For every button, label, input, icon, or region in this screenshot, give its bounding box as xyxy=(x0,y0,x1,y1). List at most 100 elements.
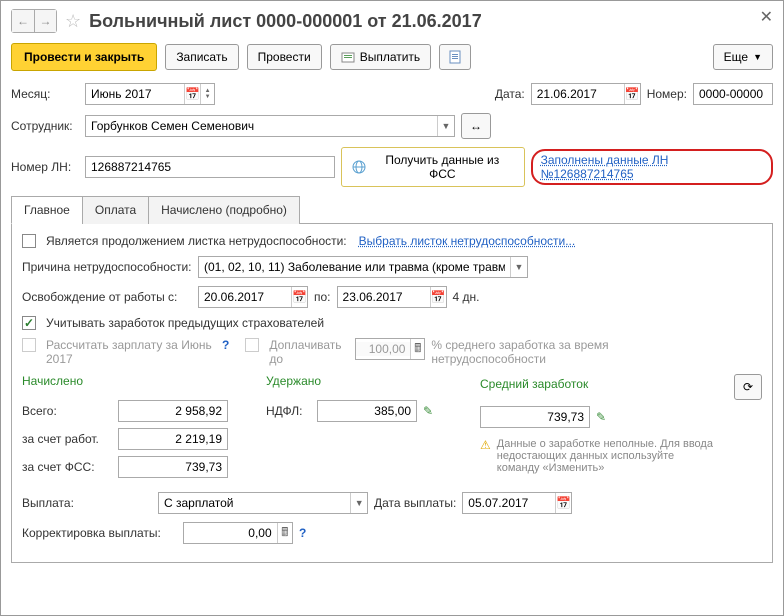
date-input[interactable] xyxy=(532,87,624,101)
calc-row: Рассчитать зарплату за Июнь 2017 ? Допла… xyxy=(22,338,762,366)
more-button[interactable]: Еще ▼ xyxy=(713,44,773,70)
extra-pay-checkbox xyxy=(245,338,259,352)
more-label: Еще xyxy=(724,50,748,64)
toolbar: Провести и закрыть Записать Провести Вып… xyxy=(11,43,773,71)
post-and-close-button[interactable]: Провести и закрыть xyxy=(11,43,157,71)
warning-icon: ⚠ xyxy=(480,438,491,452)
tab-payment[interactable]: Оплата xyxy=(82,196,149,224)
release-from-input[interactable] xyxy=(199,290,291,304)
correction-field[interactable]: 🖩 xyxy=(183,522,293,544)
withheld-col: Удержано НДФЛ: ✎ xyxy=(266,374,456,478)
number-field[interactable] xyxy=(693,83,773,105)
post-button[interactable]: Провести xyxy=(247,44,322,70)
payment-row: Выплата: ▼ Дата выплаты: 📅 xyxy=(22,492,762,514)
back-button[interactable]: ← xyxy=(12,10,34,32)
get-fss-label: Получить данные из ФСС xyxy=(371,153,514,181)
release-to-field[interactable]: 📅 xyxy=(337,286,447,308)
reason-field[interactable]: ▼ xyxy=(198,256,528,278)
pencil-icon[interactable]: ✎ xyxy=(596,410,606,424)
pay-label: Выплатить xyxy=(360,50,421,64)
fss-input[interactable] xyxy=(118,456,228,478)
percent-field: 🖩 xyxy=(355,338,425,360)
doc-list-button[interactable] xyxy=(439,44,471,70)
choose-sheet-link[interactable]: Выбрать листок нетрудоспособности... xyxy=(359,234,576,248)
forward-button[interactable]: → xyxy=(34,10,56,32)
favorite-icon[interactable]: ☆ xyxy=(65,11,81,32)
dropdown-icon[interactable]: ▼ xyxy=(350,493,367,513)
employer-label: за счет работ. xyxy=(22,432,112,446)
month-field[interactable]: 📅 ▲▼ xyxy=(85,83,215,105)
nav-buttons: ← → xyxy=(11,9,57,33)
prev-insurers-label: Учитывать заработок предыдущих страховат… xyxy=(46,316,324,330)
tabs: Главное Оплата Начислено (подробно) xyxy=(11,195,773,224)
calc-section: Начислено Всего: за счет работ. за счет … xyxy=(22,374,762,478)
avg-col: Средний заработок ⟳ ✎ ⚠ Данные о заработ… xyxy=(480,374,762,478)
calendar-icon[interactable]: 📅 xyxy=(291,287,307,307)
help-icon[interactable]: ? xyxy=(222,338,229,352)
total-input[interactable] xyxy=(118,400,228,422)
get-fss-button[interactable]: Получить данные из ФСС xyxy=(341,147,524,187)
calendar-icon[interactable]: 📅 xyxy=(184,84,200,104)
reason-input[interactable] xyxy=(199,260,510,274)
correction-label: Корректировка выплаты: xyxy=(22,526,177,540)
payment-type-input[interactable] xyxy=(159,496,350,510)
calendar-icon[interactable]: 📅 xyxy=(430,287,446,307)
payment-date-field[interactable]: 📅 xyxy=(462,492,572,514)
number-input[interactable] xyxy=(694,87,772,101)
payment-date-input[interactable] xyxy=(463,496,555,510)
employee-input[interactable] xyxy=(86,119,437,133)
reason-label: Причина нетрудоспособности: xyxy=(22,260,192,274)
total-label: Всего: xyxy=(22,404,112,418)
correction-input[interactable] xyxy=(184,526,277,540)
refresh-button[interactable]: ⟳ xyxy=(734,374,762,400)
ndfl-input[interactable] xyxy=(317,400,417,422)
continuation-label: Является продолжением листка нетрудоспос… xyxy=(46,234,347,248)
write-button[interactable]: Записать xyxy=(165,44,238,70)
employer-input[interactable] xyxy=(118,428,228,450)
ln-input[interactable] xyxy=(85,156,335,178)
calc-salary-label: Рассчитать зарплату за Июнь 2017 xyxy=(46,338,216,366)
correction-row: Корректировка выплаты: 🖩 ? xyxy=(22,522,762,544)
avg-input[interactable] xyxy=(480,406,590,428)
accrued-heading: Начислено xyxy=(22,374,242,388)
dropdown-icon[interactable]: ▼ xyxy=(510,257,527,277)
month-input[interactable] xyxy=(86,87,184,101)
warning-text: Данные о заработке неполные. Для ввода н… xyxy=(497,438,717,474)
globe-icon xyxy=(352,160,366,174)
date-field[interactable]: 📅 xyxy=(531,83,641,105)
payment-date-label: Дата выплаты: xyxy=(374,496,456,510)
tab-main[interactable]: Главное xyxy=(11,196,83,224)
ln-label: Номер ЛН: xyxy=(11,160,79,174)
pay-button[interactable]: Выплатить xyxy=(330,44,432,70)
window-title: Больничный лист 0000-000001 от 21.06.201… xyxy=(89,11,482,32)
prev-insurers-checkbox[interactable] xyxy=(22,316,36,330)
close-icon[interactable]: ✕ xyxy=(760,7,773,27)
month-row: Месяц: 📅 ▲▼ Дата: 📅 Номер: xyxy=(11,83,773,105)
employee-label: Сотрудник: xyxy=(11,119,79,133)
continuation-checkbox[interactable] xyxy=(22,234,36,248)
calendar-icon[interactable]: 📅 xyxy=(624,84,640,104)
release-label: Освобождение от работы с: xyxy=(22,290,192,304)
help-icon[interactable]: ? xyxy=(299,526,306,540)
month-label: Месяц: xyxy=(11,87,79,101)
filled-data-link[interactable]: Заполнены данные ЛН №126887214765 xyxy=(531,149,773,185)
employee-field[interactable]: ▼ xyxy=(85,115,455,137)
employee-open-button[interactable]: ↔ xyxy=(461,113,491,139)
pencil-icon[interactable]: ✎ xyxy=(423,404,433,418)
calculator-icon[interactable]: 🖩 xyxy=(277,523,292,543)
dropdown-icon[interactable]: ▼ xyxy=(437,116,454,136)
release-to-input[interactable] xyxy=(338,290,430,304)
tab-accrued[interactable]: Начислено (подробно) xyxy=(148,196,300,224)
release-from-field[interactable]: 📅 xyxy=(198,286,308,308)
ndfl-label: НДФЛ: xyxy=(266,404,311,418)
pay-icon xyxy=(341,50,355,64)
payment-type-field[interactable]: ▼ xyxy=(158,492,368,514)
calc-salary-checkbox xyxy=(22,338,36,352)
percent-note: % среднего заработка за время нетрудоспо… xyxy=(431,338,631,366)
document-icon xyxy=(448,50,462,64)
calendar-icon[interactable]: 📅 xyxy=(555,493,571,513)
refresh-icon: ⟳ xyxy=(743,380,753,394)
titlebar: ← → ☆ Больничный лист 0000-000001 от 21.… xyxy=(11,9,773,33)
month-spinner[interactable]: ▲▼ xyxy=(200,84,214,104)
employee-row: Сотрудник: ▼ ↔ xyxy=(11,113,773,139)
